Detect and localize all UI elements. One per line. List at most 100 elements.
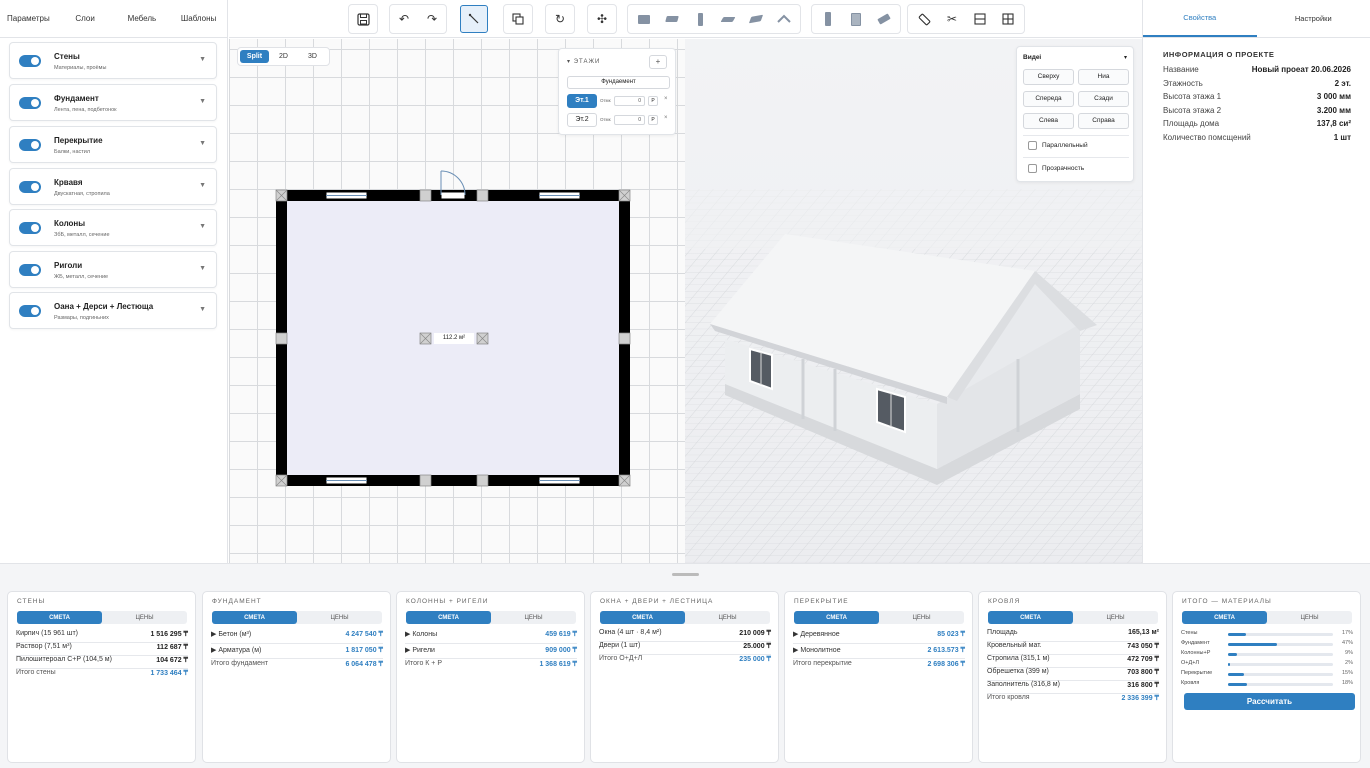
wall-icon[interactable]	[630, 5, 658, 33]
segment-estimate[interactable]: СМЕТА	[600, 611, 685, 624]
segment-estimate[interactable]: СМЕТА	[406, 611, 491, 624]
chevron-down-icon[interactable]: ▼	[199, 306, 206, 313]
floor-elevation-input[interactable]: 0	[614, 96, 645, 106]
tab-settings[interactable]: Настройки	[1257, 0, 1370, 37]
segment-prices[interactable]: ЦЕНЫ	[102, 611, 187, 624]
layer-toggle[interactable]	[19, 305, 41, 317]
delete-floor-icon[interactable]: ×	[664, 115, 668, 121]
layer-card-walls[interactable]: Стены Материалы, проёмы ▼	[9, 42, 217, 79]
view-front-button[interactable]: Спереда	[1023, 91, 1074, 107]
foundation-button[interactable]: Фундаемент	[567, 76, 670, 89]
add-floor-button[interactable]: +	[649, 55, 667, 69]
floors-title-text: ЭТАЖИ	[573, 59, 601, 65]
floor-props-button[interactable]: P	[648, 96, 658, 106]
segment-prices[interactable]: ЦЕНЫ	[491, 611, 576, 624]
tab-layers[interactable]: Слои	[57, 14, 114, 23]
tab-parameters[interactable]: Параметры	[0, 14, 57, 23]
chevron-down-icon[interactable]: ▼	[199, 265, 206, 272]
segment-estimate[interactable]: СМЕТА	[988, 611, 1073, 624]
row-value: 1 516 295 ₸	[150, 631, 188, 638]
view-back-button[interactable]: Сзади	[1078, 91, 1129, 107]
scissors-icon[interactable]: ✂	[938, 5, 966, 33]
transparency-checkbox[interactable]	[1028, 164, 1037, 173]
layer-toggle[interactable]	[19, 181, 41, 193]
rotate-group: ↻	[545, 4, 575, 34]
chevron-down-icon[interactable]: ▼	[199, 56, 206, 63]
split-horizontal-icon[interactable]	[966, 5, 994, 33]
tab-templates[interactable]: Шаблоны	[170, 14, 227, 23]
floor-2-button[interactable]: Эт.2	[567, 113, 597, 127]
copy-icon[interactable]	[504, 5, 532, 33]
segment-prices[interactable]: ЦЕНЫ	[685, 611, 770, 624]
segment-estimate[interactable]: СМЕТА	[794, 611, 879, 624]
layer-card-beams[interactable]: Риголи ЖБ, металл, сечение ▼	[9, 251, 217, 288]
estimate-row-expandable[interactable]: ▶ Деревянное 85 023 ₸	[793, 630, 965, 642]
layer-card-openings[interactable]: Оана + Дерси + Лестюща Размары, подгиньн…	[9, 292, 217, 329]
row-label: ▶ Монолитное	[793, 647, 841, 654]
plan-view[interactable]: Split 2D 3D 112.2 м² ▾ ЭТАЖИ + Фундаемен…	[229, 39, 685, 563]
move-icon[interactable]: ✣	[588, 5, 616, 33]
rotate-icon[interactable]: ↻	[546, 5, 574, 33]
tab-furniture[interactable]: Мебель	[114, 14, 171, 23]
layer-toggle[interactable]	[19, 139, 41, 151]
total-value: 1 368 619 ₸	[539, 661, 577, 668]
select-line-icon[interactable]	[460, 5, 488, 33]
measure-icon[interactable]	[910, 5, 938, 33]
layer-card-columns[interactable]: Колоны ЗбБ, металл, сечение ▼	[9, 209, 217, 246]
card-title: СТЕНЫ	[17, 598, 46, 605]
door-icon[interactable]	[814, 5, 842, 33]
parallel-checkbox[interactable]	[1028, 141, 1037, 150]
floor-props-button[interactable]: P	[648, 115, 658, 125]
layer-card-floor[interactable]: Перекрытие Балки, настил ▼	[9, 126, 217, 163]
floor-icon[interactable]	[742, 5, 770, 33]
card-segment: СМЕТА ЦЕНЫ	[212, 611, 382, 624]
delete-floor-icon[interactable]: ×	[664, 96, 668, 102]
layer-toggle[interactable]	[19, 222, 41, 234]
segment-prices[interactable]: ЦЕНЫ	[1073, 611, 1158, 624]
beam-icon[interactable]	[658, 5, 686, 33]
segment-estimate[interactable]: СМЕТА	[212, 611, 297, 624]
slab-icon[interactable]	[714, 5, 742, 33]
chevron-down-icon[interactable]: ▼	[199, 140, 206, 147]
estimate-row-expandable[interactable]: ▶ Ригели 909 000 ₸	[405, 646, 577, 658]
layer-card-roof[interactable]: Крвавя Двускатная, стропила ▼	[9, 168, 217, 205]
segment-prices[interactable]: ЦЕНЫ	[879, 611, 964, 624]
grid-icon[interactable]	[994, 5, 1022, 33]
undo-icon[interactable]: ↶	[390, 5, 418, 33]
segment-prices[interactable]: ЦЕНЫ	[297, 611, 382, 624]
stairs-icon[interactable]	[870, 5, 898, 33]
layer-toggle[interactable]	[19, 97, 41, 109]
view-panel-caret-icon[interactable]: ▾	[1124, 54, 1127, 61]
segment-estimate[interactable]: СМЕТА	[1182, 611, 1267, 624]
layer-name: Стены	[54, 52, 80, 61]
resize-handle[interactable]	[672, 573, 699, 576]
roof-icon[interactable]	[770, 5, 798, 33]
estimate-row-expandable[interactable]: ▶ Арматура (м) 1 817 050 ₸	[211, 646, 383, 658]
3d-view[interactable]: Видеі ▾ Сверху Ниа Спереда Сзади Слева С…	[685, 39, 1142, 563]
layer-toggle[interactable]	[19, 55, 41, 67]
estimate-row-expandable[interactable]: ▶ Колоны 459 619 ₸	[405, 630, 577, 642]
chevron-down-icon[interactable]: ▼	[199, 98, 206, 105]
save-icon[interactable]	[349, 5, 377, 33]
view-bottom-button[interactable]: Ниа	[1078, 69, 1129, 85]
window-icon[interactable]	[842, 5, 870, 33]
estimate-row-expandable[interactable]: ▶ Бетон (м³) 4 247 540 ₸	[211, 630, 383, 642]
layer-card-foundation[interactable]: Фундамент Лента, пена, подбетонок ▼	[9, 84, 217, 121]
layer-toggle[interactable]	[19, 264, 41, 276]
column-icon[interactable]	[686, 5, 714, 33]
row-value: 104 672 ₸	[156, 657, 188, 664]
view-right-button[interactable]: Справа	[1078, 113, 1129, 129]
chevron-down-icon[interactable]: ▼	[199, 223, 206, 230]
estimate-row-expandable[interactable]: ▶ Монолитное 2 613.573 ₸	[793, 646, 965, 658]
redo-icon[interactable]: ↷	[418, 5, 446, 33]
calculate-button[interactable]: Рассчитать	[1184, 693, 1355, 710]
segment-estimate[interactable]: СМЕТА	[17, 611, 102, 624]
tab-properties[interactable]: Свойства	[1143, 0, 1257, 37]
chevron-down-icon[interactable]: ▼	[199, 182, 206, 189]
floor-elevation-input[interactable]: 0	[614, 115, 645, 125]
view-left-button[interactable]: Слева	[1023, 113, 1074, 129]
view-top-button[interactable]: Сверху	[1023, 69, 1074, 85]
estimate-row: Кирпич (15 961 шт) 1 516 295 ₸	[16, 630, 188, 642]
floor-1-button[interactable]: Эт.1	[567, 94, 597, 108]
segment-prices[interactable]: ЦЕНЫ	[1267, 611, 1352, 624]
